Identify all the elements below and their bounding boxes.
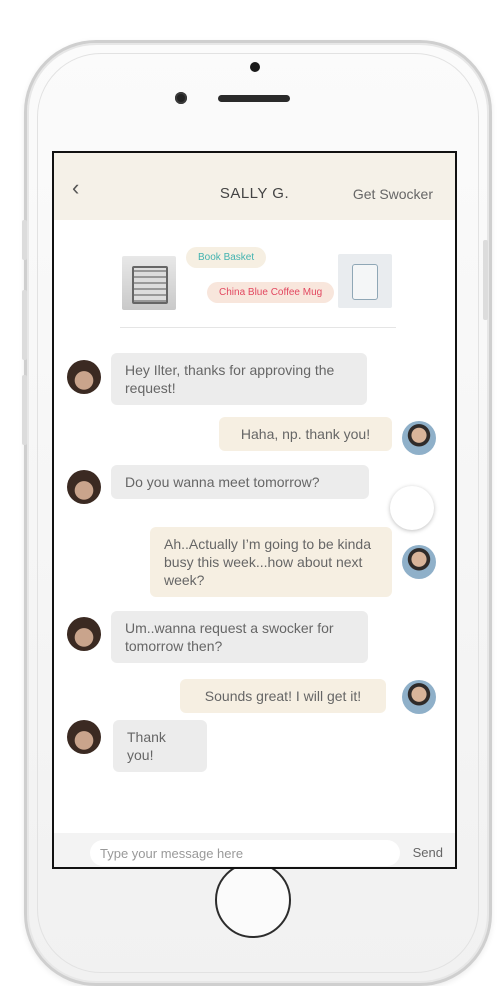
divider	[120, 327, 396, 328]
user-avatar[interactable]	[402, 680, 436, 714]
home-button[interactable]	[215, 862, 291, 938]
requested-items: Book Basket China Blue Coffee Mug	[54, 220, 455, 330]
message-bubble-outgoing: Sounds great! I will get it!	[180, 679, 386, 713]
send-button[interactable]: Send	[413, 845, 443, 860]
message-bubble-outgoing: Haha, np. thank you!	[219, 417, 392, 451]
sally-avatar[interactable]	[67, 360, 101, 394]
mute-switch	[22, 220, 27, 260]
message-bubble-incoming: Do you wanna meet tomorrow?	[111, 465, 369, 499]
earpiece-speaker	[218, 95, 290, 102]
power-button	[483, 240, 488, 320]
message-composer: Send	[54, 833, 455, 867]
front-camera	[175, 92, 187, 104]
sally-avatar[interactable]	[67, 617, 101, 651]
volume-up-button	[22, 290, 27, 360]
sally-avatar[interactable]	[67, 470, 101, 504]
proximity-sensor	[250, 62, 260, 72]
chat-header: ‹ SALLY G. Get Swocker	[54, 153, 455, 220]
message-input[interactable]	[90, 840, 400, 866]
item-tag-coffee-mug[interactable]: China Blue Coffee Mug	[207, 282, 335, 303]
message-bubble-incoming: Thank you!	[113, 720, 207, 772]
user-avatar[interactable]	[402, 421, 436, 455]
message-bubble-incoming: Um..wanna request a swocker for tomorrow…	[111, 611, 368, 663]
message-bubble-outgoing: Ah..Actually I’m going to be kinda busy …	[150, 527, 392, 597]
app-screen: ‹ SALLY G. Get Swocker Book Basket China…	[52, 151, 457, 869]
message-bubble-incoming: Hey Ilter, thanks for approving the requ…	[111, 353, 367, 405]
user-avatar[interactable]	[402, 545, 436, 579]
floating-toggle-button[interactable]	[390, 486, 434, 530]
get-swocker-button[interactable]: Get Swocker	[353, 186, 433, 202]
volume-down-button	[22, 375, 27, 445]
basket-thumbnail[interactable]	[122, 256, 176, 310]
mug-thumbnail[interactable]	[338, 254, 392, 308]
item-tag-book-basket[interactable]: Book Basket	[186, 247, 267, 268]
sally-avatar[interactable]	[67, 720, 101, 754]
